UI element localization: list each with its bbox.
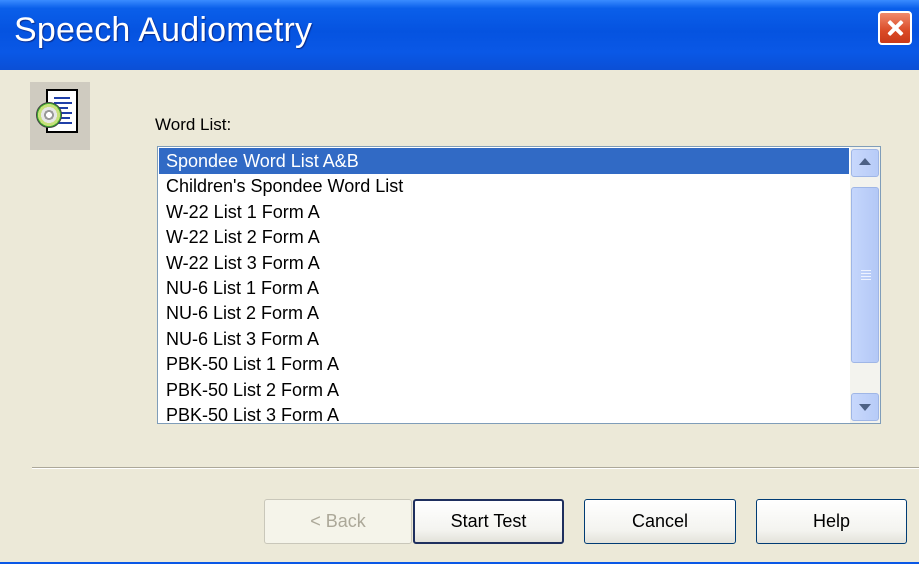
list-item[interactable]: NU-6 List 1 Form A — [159, 275, 849, 301]
scroll-up-button[interactable] — [851, 149, 879, 177]
grip-line — [861, 279, 871, 280]
list-item[interactable]: PBK-50 List 3 Form A — [159, 402, 849, 423]
grip-line — [861, 270, 871, 271]
close-icon[interactable] — [878, 11, 912, 45]
speech-audiometry-dialog: Speech Audiometry Word List: Spondee Wor… — [0, 0, 919, 564]
arrow-down-icon — [859, 404, 871, 411]
scroll-down-button[interactable] — [851, 393, 879, 421]
document-with-disc-icon — [30, 82, 90, 150]
separator — [32, 467, 919, 469]
list-item[interactable]: W-22 List 3 Form A — [159, 250, 849, 276]
list-item[interactable]: NU-6 List 2 Form A — [159, 300, 849, 326]
list-item[interactable]: PBK-50 List 2 Form A — [159, 377, 849, 403]
scroll-thumb[interactable] — [851, 187, 879, 363]
grip-line — [861, 276, 871, 277]
start-test-button[interactable]: Start Test — [413, 499, 564, 544]
list-item[interactable]: NU-6 List 3 Form A — [159, 326, 849, 352]
list-item[interactable]: Spondee Word List A&B — [159, 148, 849, 174]
list-item[interactable]: PBK-50 List 1 Form A — [159, 351, 849, 377]
word-list-label: Word List: — [155, 115, 232, 134]
list-item[interactable]: W-22 List 1 Form A — [159, 199, 849, 225]
arrow-up-icon — [859, 158, 871, 165]
cancel-button[interactable]: Cancel — [584, 499, 736, 544]
window-title: Speech Audiometry — [14, 11, 313, 49]
help-button[interactable]: Help — [756, 499, 907, 544]
text-line — [54, 97, 70, 99]
disc-icon — [36, 102, 62, 128]
list-item[interactable]: W-22 List 2 Form A — [159, 224, 849, 250]
grip-line — [861, 273, 871, 274]
list-item[interactable]: Children's Spondee Word List — [159, 173, 849, 199]
vertical-scrollbar[interactable] — [850, 147, 880, 423]
word-list-listbox[interactable]: Spondee Word List A&B Children's Spondee … — [157, 146, 881, 424]
back-button[interactable]: < Back — [264, 499, 412, 544]
title-bar[interactable]: Speech Audiometry — [0, 0, 919, 70]
